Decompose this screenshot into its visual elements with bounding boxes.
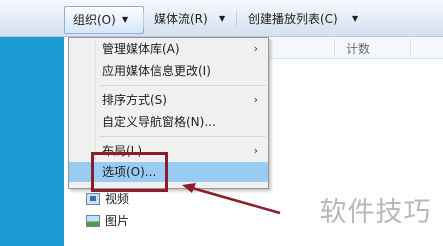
nav-item-pictures[interactable]: 图片 <box>86 211 166 231</box>
organize-label: 组织(O) <box>73 13 116 27</box>
media-stream-button[interactable]: 媒体流(R) ▼ <box>146 6 239 32</box>
chevron-down-icon: ▼ <box>219 14 226 23</box>
annotation-arrow <box>182 183 281 215</box>
toolbar-separator <box>236 11 237 27</box>
column-divider[interactable] <box>410 39 411 57</box>
column-divider[interactable] <box>334 39 335 57</box>
menu-separator <box>99 85 266 86</box>
menu-item-label: 应用媒体信息更改(I) <box>102 64 211 78</box>
menu-item-label: 管理媒体库(A) <box>102 42 180 56</box>
chevron-down-icon: ▼ <box>352 14 359 23</box>
organize-menu-button[interactable]: 组织(O) ▼ <box>64 6 144 34</box>
nav-item-video[interactable]: 视频 <box>86 189 166 209</box>
nav-item-label: 图片 <box>105 214 130 228</box>
column-header-count[interactable]: 计数 <box>346 40 370 57</box>
nav-item-label: 视频 <box>105 192 130 206</box>
chevron-right-icon: › <box>253 93 258 106</box>
picture-library-icon <box>86 215 100 227</box>
menu-item-label: 排序方式(S) <box>102 93 167 107</box>
menu-item-customize-nav-pane[interactable]: 自定义导航窗格(N)... <box>69 112 268 132</box>
watermark: 软件技巧 <box>308 180 443 246</box>
toolbar: 组织(O) ▼ 媒体流(R) ▼ 创建播放列表(C) ▼ <box>0 0 443 37</box>
create-playlist-button[interactable]: 创建播放列表(C) ▼ <box>240 6 378 32</box>
menu-separator <box>99 136 266 137</box>
menu-item-sort-by[interactable]: 排序方式(S) › <box>69 90 268 110</box>
chevron-down-icon: ▼ <box>122 15 129 24</box>
chevron-right-icon: › <box>253 42 258 55</box>
video-library-icon <box>86 193 100 205</box>
annotation-highlight-box <box>91 152 168 192</box>
chevron-right-icon: › <box>253 144 258 157</box>
window-accent-strip <box>0 37 64 246</box>
menu-item-manage-library[interactable]: 管理媒体库(A) › <box>69 39 268 59</box>
menu-item-apply-media-info[interactable]: 应用媒体信息更改(I) <box>69 61 268 81</box>
toolbar-separator <box>143 11 144 27</box>
menu-item-label: 自定义导航窗格(N)... <box>102 115 216 129</box>
create-playlist-label: 创建播放列表(C) <box>248 12 338 26</box>
media-stream-label: 媒体流(R) <box>154 12 208 26</box>
